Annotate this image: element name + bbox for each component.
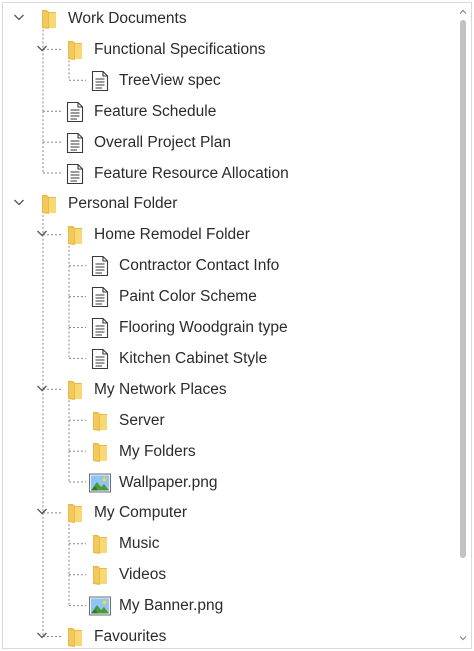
document-icon bbox=[63, 162, 87, 186]
tree-node-my-folders[interactable]: My Folders bbox=[3, 436, 455, 467]
tree-node-label: Functional Specifications bbox=[94, 40, 266, 58]
tree-node-kitchen-cabinet-style[interactable]: Kitchen Cabinet Style bbox=[3, 343, 455, 374]
tree-node-flooring-woodgrain-type[interactable]: Flooring Woodgrain type bbox=[3, 312, 455, 343]
chevron-down-icon[interactable] bbox=[34, 225, 50, 241]
tree-node-label: Overall Project Plan bbox=[94, 133, 231, 151]
tree-node-label: My Computer bbox=[94, 504, 188, 522]
tree-node-label: Music bbox=[119, 535, 160, 553]
scroll-down-arrow-icon[interactable] bbox=[459, 634, 467, 642]
document-icon bbox=[88, 254, 112, 278]
document-icon bbox=[63, 131, 87, 155]
folder-icon bbox=[88, 409, 112, 433]
tree-node-my-computer[interactable]: My Computer bbox=[3, 497, 455, 528]
folder-icon bbox=[88, 440, 112, 464]
tree-node-label: Wallpaper.png bbox=[119, 473, 218, 491]
scrollbar-thumb[interactable] bbox=[460, 20, 466, 558]
tree-node-label: Personal Folder bbox=[68, 195, 178, 213]
tree-node-label: Contractor Contact Info bbox=[119, 257, 280, 275]
tree-node-label: TreeView spec bbox=[119, 71, 221, 89]
chevron-down-icon[interactable] bbox=[34, 380, 50, 396]
scroll-up-arrow-icon[interactable] bbox=[459, 8, 467, 16]
tree-node-label: Kitchen Cabinet Style bbox=[119, 349, 268, 367]
tree-node-functional-specifications[interactable]: Functional Specifications bbox=[3, 34, 455, 65]
document-icon bbox=[88, 69, 112, 93]
document-icon bbox=[88, 347, 112, 371]
tree-node-label: Server bbox=[119, 411, 165, 429]
treeview: Work Documents Functional Specifications T… bbox=[2, 2, 472, 649]
tree-node-wallpaper-png[interactable]: Wallpaper.png bbox=[3, 467, 455, 498]
tree-node-music[interactable]: Music bbox=[3, 528, 455, 559]
chevron-down-icon[interactable] bbox=[34, 503, 50, 519]
chevron-down-icon[interactable] bbox=[11, 9, 27, 25]
tree-node-label: Home Remodel Folder bbox=[94, 226, 250, 244]
tree-node-contractor-contact-info[interactable]: Contractor Contact Info bbox=[3, 250, 455, 281]
tree-node-videos[interactable]: Videos bbox=[3, 559, 455, 590]
tree-node-label: My Folders bbox=[119, 442, 196, 460]
tree-node-feature-schedule[interactable]: Feature Schedule bbox=[3, 96, 455, 127]
folder-icon bbox=[88, 563, 112, 587]
tree-node-treeview-spec[interactable]: TreeView spec bbox=[3, 65, 455, 96]
tree-node-label: Feature Schedule bbox=[94, 102, 217, 120]
tree-node-label: Paint Color Scheme bbox=[119, 288, 257, 306]
image-icon bbox=[88, 594, 112, 618]
tree-node-label: Favourites bbox=[94, 628, 167, 645]
vertical-scrollbar[interactable] bbox=[457, 6, 469, 644]
tree-node-server[interactable]: Server bbox=[3, 405, 455, 436]
tree-node-label: Feature Resource Allocation bbox=[94, 164, 289, 182]
folder-icon bbox=[63, 625, 87, 648]
tree-node-label: Flooring Woodgrain type bbox=[119, 319, 288, 336]
chevron-down-icon[interactable] bbox=[11, 194, 27, 210]
folder-icon bbox=[63, 501, 87, 525]
image-icon bbox=[88, 471, 112, 495]
folder-icon bbox=[37, 7, 61, 31]
folder-icon bbox=[63, 38, 87, 62]
tree-node-my-network-places[interactable]: My Network Places bbox=[3, 374, 455, 405]
tree-node-my-banner-png[interactable]: My Banner.png bbox=[3, 590, 455, 621]
tree-node-label: My Network Places bbox=[94, 380, 227, 398]
tree-node-favourites[interactable]: Favourites bbox=[3, 621, 455, 648]
folder-icon bbox=[88, 532, 112, 556]
tree-node-work-documents[interactable]: Work Documents bbox=[3, 3, 455, 34]
chevron-down-icon[interactable] bbox=[34, 627, 50, 643]
tree-node-overall-project-plan[interactable]: Overall Project Plan bbox=[3, 127, 455, 158]
tree-node-label: Videos bbox=[119, 566, 167, 584]
tree-node-personal-folder[interactable]: Personal Folder bbox=[3, 188, 455, 219]
folder-icon bbox=[63, 223, 87, 247]
chevron-down-icon[interactable] bbox=[34, 40, 50, 56]
folder-icon bbox=[37, 192, 61, 216]
tree-node-feature-resource-allocation[interactable]: Feature Resource Allocation bbox=[3, 158, 455, 189]
tree-node-paint-color-scheme[interactable]: Paint Color Scheme bbox=[3, 281, 455, 312]
document-icon bbox=[88, 285, 112, 309]
tree-node-label: My Banner.png bbox=[119, 597, 224, 615]
folder-icon bbox=[63, 378, 87, 402]
document-icon bbox=[88, 316, 112, 340]
tree-node-home-remodel-folder[interactable]: Home Remodel Folder bbox=[3, 219, 455, 250]
document-icon bbox=[63, 100, 87, 124]
tree-node-label: Work Documents bbox=[68, 10, 187, 27]
